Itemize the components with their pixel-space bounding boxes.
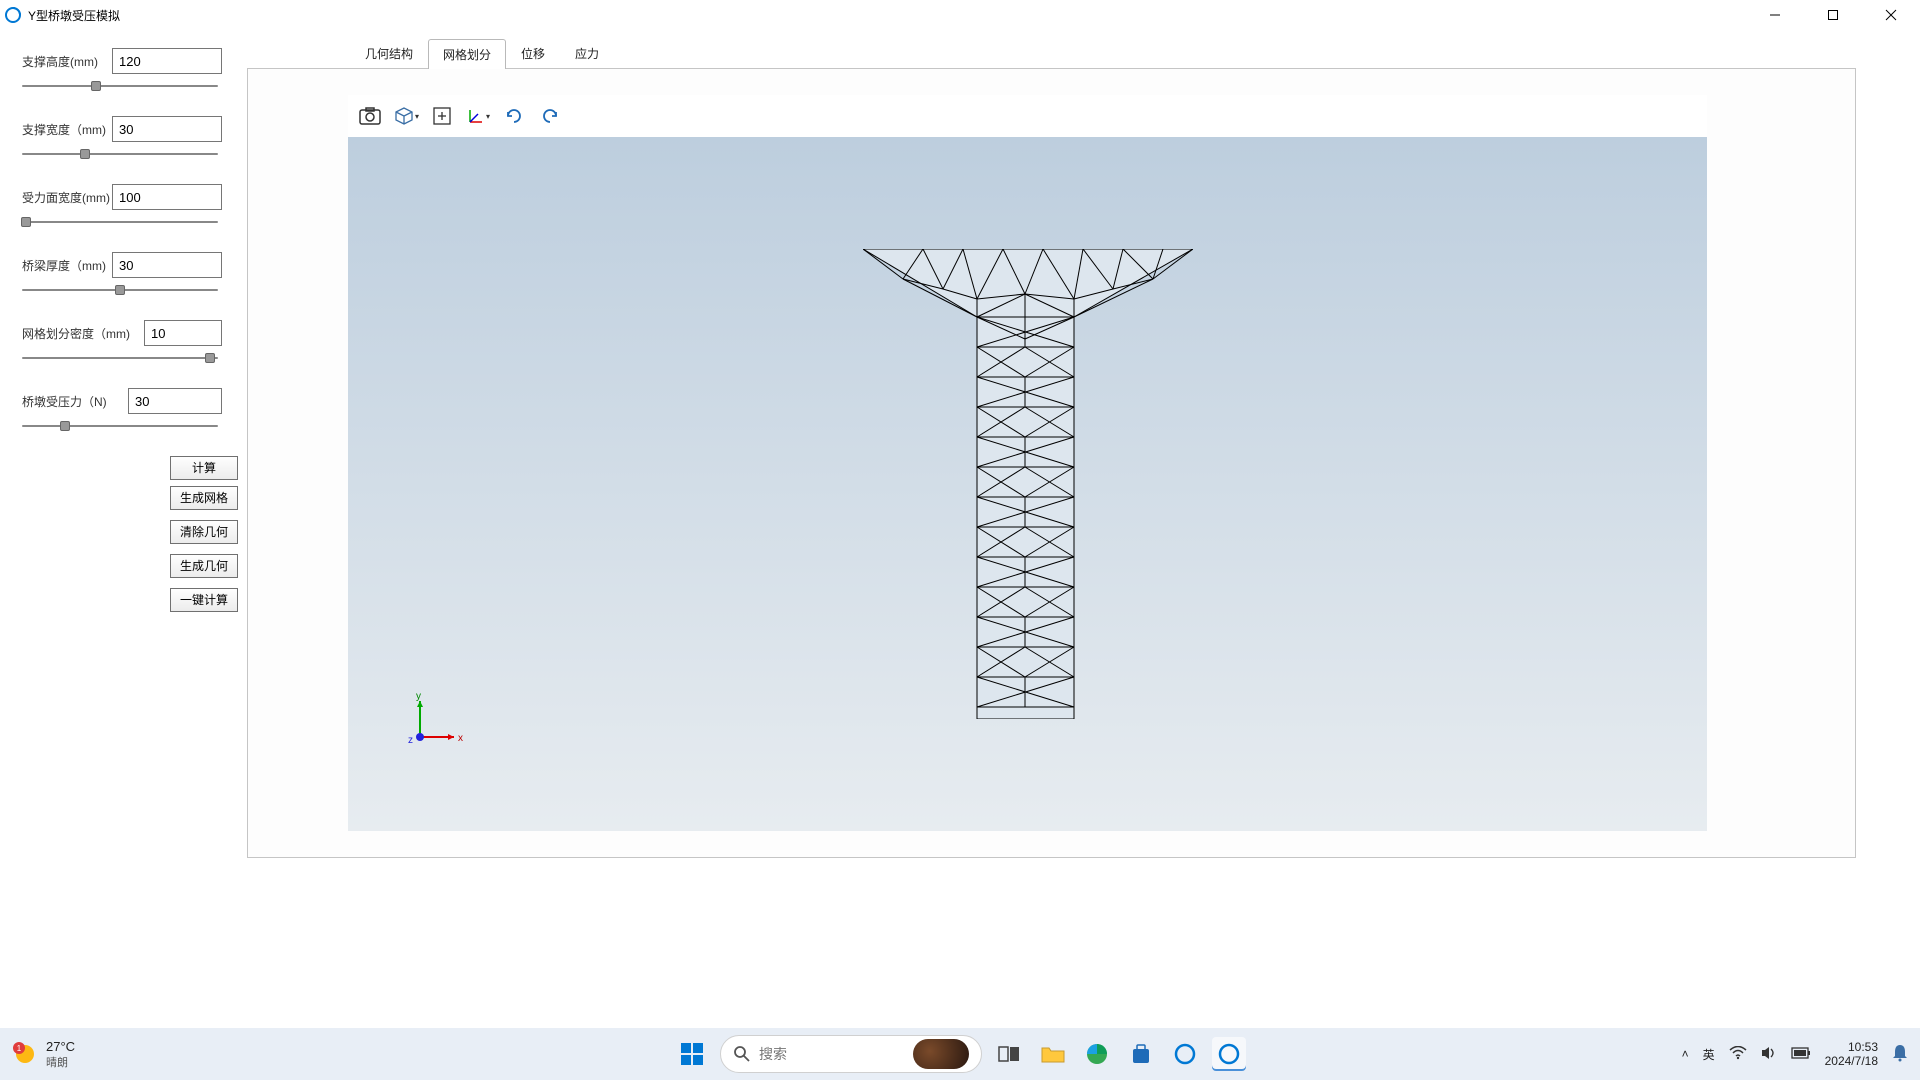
param-pier-force: 桥墩受压力（N) bbox=[22, 388, 230, 432]
battery-icon[interactable] bbox=[1791, 1047, 1811, 1062]
start-button[interactable] bbox=[674, 1036, 710, 1072]
close-button[interactable] bbox=[1862, 0, 1920, 30]
force-surface-width-input[interactable] bbox=[112, 184, 222, 210]
pier-force-slider[interactable] bbox=[22, 420, 218, 432]
calculate-button[interactable]: 计算 bbox=[170, 456, 238, 480]
mesh-visualization bbox=[863, 249, 1193, 719]
param-support-height: 支撑高度(mm) bbox=[22, 48, 230, 92]
viewport-toolbar: ▾ ▾ bbox=[348, 95, 1707, 137]
tab-stress[interactable]: 应力 bbox=[560, 38, 614, 68]
wifi-icon[interactable] bbox=[1729, 1046, 1747, 1063]
viewport-canvas[interactable]: x y z bbox=[348, 137, 1707, 831]
support-height-input[interactable] bbox=[112, 48, 222, 74]
beam-thickness-input[interactable] bbox=[112, 252, 222, 278]
generate-mesh-button[interactable]: 生成网格 bbox=[170, 486, 238, 510]
clear-geometry-button[interactable]: 清除几何 bbox=[170, 520, 238, 544]
svg-text:x: x bbox=[458, 733, 463, 744]
notification-icon[interactable] bbox=[1892, 1044, 1908, 1065]
clock-time: 10:53 bbox=[1825, 1040, 1878, 1054]
viewport-container: ▾ ▾ bbox=[247, 68, 1856, 858]
weather-widget[interactable]: 1 27°C 晴朗 bbox=[12, 1039, 75, 1070]
param-support-width: 支撑宽度（mm) bbox=[22, 116, 230, 160]
param-beam-thickness: 桥梁厚度（mm) bbox=[22, 252, 230, 296]
weather-icon: 1 bbox=[12, 1041, 38, 1067]
param-label: 支撑高度(mm) bbox=[22, 53, 112, 70]
file-explorer-icon[interactable] bbox=[1036, 1037, 1070, 1071]
app-icon-2[interactable] bbox=[1212, 1037, 1246, 1071]
minimize-button[interactable] bbox=[1746, 0, 1804, 30]
view-cube-icon[interactable]: ▾ bbox=[392, 102, 420, 130]
titlebar: Y型桥墩受压模拟 bbox=[0, 0, 1920, 30]
axis-toggle-icon[interactable]: ▾ bbox=[464, 102, 492, 130]
parameters-panel: 支撑高度(mm) 支撑宽度（mm) 受力面宽度(mm) 桥梁厚度（mm) 网格划… bbox=[0, 40, 250, 1030]
taskbar: 1 27°C 晴朗 ˄ 英 10:53 2024/7/18 bbox=[0, 1028, 1920, 1080]
search-input[interactable] bbox=[759, 1046, 879, 1062]
volume-icon[interactable] bbox=[1761, 1046, 1777, 1063]
clock-date: 2024/7/18 bbox=[1825, 1054, 1878, 1068]
axis-gizmo: x y z bbox=[404, 693, 464, 749]
screenshot-icon[interactable] bbox=[356, 102, 384, 130]
tray-chevron-up-icon[interactable]: ˄ bbox=[1682, 1047, 1689, 1061]
edge-icon[interactable] bbox=[1080, 1037, 1114, 1071]
tab-geometry[interactable]: 几何结构 bbox=[350, 38, 428, 68]
store-icon[interactable] bbox=[1124, 1037, 1158, 1071]
svg-text:1: 1 bbox=[17, 1044, 22, 1053]
param-force-surface-width: 受力面宽度(mm) bbox=[22, 184, 230, 228]
taskbar-search[interactable] bbox=[720, 1035, 982, 1073]
force-surface-width-slider[interactable] bbox=[22, 216, 218, 228]
param-label: 网格划分密度（mm) bbox=[22, 325, 144, 342]
param-mesh-density: 网格划分密度（mm) bbox=[22, 320, 230, 364]
support-width-slider[interactable] bbox=[22, 148, 218, 160]
tab-mesh[interactable]: 网格划分 bbox=[428, 39, 506, 69]
svg-text:z: z bbox=[408, 735, 413, 746]
pier-force-input[interactable] bbox=[128, 388, 222, 414]
ime-indicator[interactable]: 英 bbox=[1703, 1046, 1715, 1063]
beam-thickness-slider[interactable] bbox=[22, 284, 218, 296]
support-width-input[interactable] bbox=[112, 116, 222, 142]
param-label: 桥墩受压力（N) bbox=[22, 393, 128, 410]
fit-view-icon[interactable] bbox=[428, 102, 456, 130]
clock[interactable]: 10:53 2024/7/18 bbox=[1825, 1040, 1878, 1069]
tab-displacement[interactable]: 位移 bbox=[506, 38, 560, 68]
param-label: 桥梁厚度（mm) bbox=[22, 257, 112, 274]
mesh-density-input[interactable] bbox=[144, 320, 222, 346]
view-tabs: 几何结构 网格划分 位移 应力 bbox=[350, 40, 1856, 68]
generate-geometry-button[interactable]: 生成几何 bbox=[170, 554, 238, 578]
search-icon bbox=[733, 1045, 751, 1063]
app-icon-1[interactable] bbox=[1168, 1037, 1202, 1071]
support-height-slider[interactable] bbox=[22, 80, 218, 92]
one-key-calculate-button[interactable]: 一键计算 bbox=[170, 588, 238, 612]
app-icon bbox=[4, 6, 22, 24]
task-view-icon[interactable] bbox=[992, 1037, 1026, 1071]
rotate-cw-icon[interactable] bbox=[536, 102, 564, 130]
svg-text:y: y bbox=[416, 693, 421, 702]
search-art-icon bbox=[913, 1039, 969, 1069]
rotate-ccw-icon[interactable] bbox=[500, 102, 528, 130]
param-label: 受力面宽度(mm) bbox=[22, 189, 112, 206]
weather-desc: 晴朗 bbox=[46, 1054, 75, 1070]
mesh-density-slider[interactable] bbox=[22, 352, 218, 364]
maximize-button[interactable] bbox=[1804, 0, 1862, 30]
window-title: Y型桥墩受压模拟 bbox=[28, 7, 120, 24]
param-label: 支撑宽度（mm) bbox=[22, 121, 112, 138]
weather-temp: 27°C bbox=[46, 1039, 75, 1054]
